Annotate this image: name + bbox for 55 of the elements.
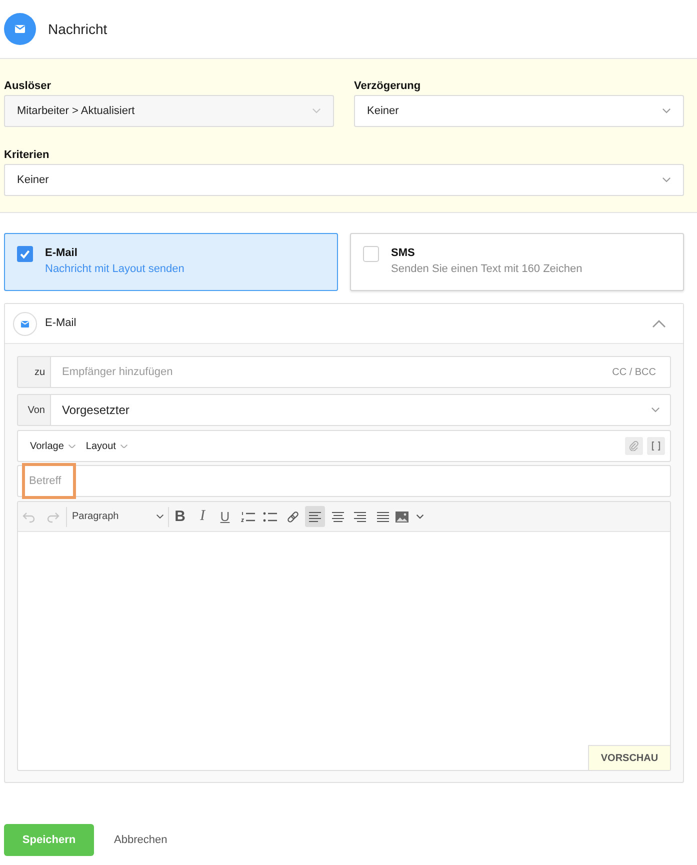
- italic-button[interactable]: I: [192, 506, 212, 527]
- option-description: Nachricht mit Layout senden: [45, 262, 184, 277]
- mail-icon: [4, 13, 36, 45]
- bold-button[interactable]: B: [170, 506, 190, 527]
- link-icon: [286, 510, 300, 522]
- align-left-icon: [308, 510, 322, 522]
- channel-card[interactable]: SMS Senden Sie einen Text mit 160 Zeichen: [350, 233, 684, 291]
- brackets-icon: [651, 441, 661, 451]
- redo-icon: [46, 510, 60, 522]
- align-right-icon: [353, 510, 367, 522]
- option-title: SMS: [391, 246, 416, 261]
- chevron-up-icon[interactable]: [652, 320, 666, 328]
- dropdown-select[interactable]: Keiner: [354, 95, 684, 127]
- numbered-list-icon: [240, 510, 254, 522]
- page-title: Nachricht: [48, 20, 108, 38]
- chevron-down-icon: [651, 407, 660, 413]
- cc-bcc-link[interactable]: CC / BCC: [604, 356, 671, 388]
- justify-icon: [376, 510, 390, 522]
- field-label: Auslöser: [4, 79, 52, 94]
- chevron-down-icon: [120, 444, 128, 448]
- align-center-icon: [330, 510, 344, 522]
- subject-field[interactable]: Betreff: [17, 465, 671, 497]
- align-left-button[interactable]: [305, 506, 325, 527]
- chevron-down-icon: [662, 177, 671, 183]
- mail-icon: [13, 312, 37, 336]
- caret-icon: [416, 514, 424, 519]
- brackets-button[interactable]: [647, 437, 665, 455]
- checkbox[interactable]: [17, 246, 33, 262]
- dropdown-select[interactable]: Keiner: [4, 164, 684, 196]
- field-label: zu: [17, 356, 51, 388]
- format-select[interactable]: Paragraph: [72, 509, 168, 524]
- preview-button[interactable]: VORSCHAU: [588, 745, 670, 770]
- chevron-down-icon: [662, 108, 671, 114]
- dropdown-menu[interactable]: Layout: [86, 438, 128, 454]
- cancel-button[interactable]: Abbrechen: [114, 824, 168, 856]
- underline-button[interactable]: U: [215, 506, 235, 527]
- undo-icon: [22, 510, 36, 522]
- paperclip-icon: [629, 441, 639, 451]
- chevron-down-icon: [312, 108, 321, 114]
- image-icon: [395, 510, 409, 522]
- option-title: E-Mail: [45, 246, 78, 261]
- bullet-list-icon: [263, 510, 277, 522]
- field-label: Von: [17, 394, 51, 426]
- dropdown-menu[interactable]: Vorlage: [30, 438, 76, 454]
- recipient-field[interactable]: Empfänger hinzufügen: [51, 356, 604, 388]
- field-label: Verzögerung: [354, 79, 422, 94]
- chevron-down-icon: [68, 444, 76, 448]
- checkbox[interactable]: [363, 246, 379, 262]
- option-description: Senden Sie einen Text mit 160 Zeichen: [391, 262, 582, 277]
- text-editor-area[interactable]: VORSCHAU: [18, 532, 670, 770]
- channel-card[interactable]: E-Mail Nachricht mit Layout senden: [4, 233, 338, 291]
- field-label: Kriterien: [4, 148, 50, 163]
- panel-title: E-Mail: [45, 316, 76, 332]
- chevron-down-icon: [156, 514, 164, 519]
- sender-select[interactable]: Vorgesetzter: [51, 394, 671, 426]
